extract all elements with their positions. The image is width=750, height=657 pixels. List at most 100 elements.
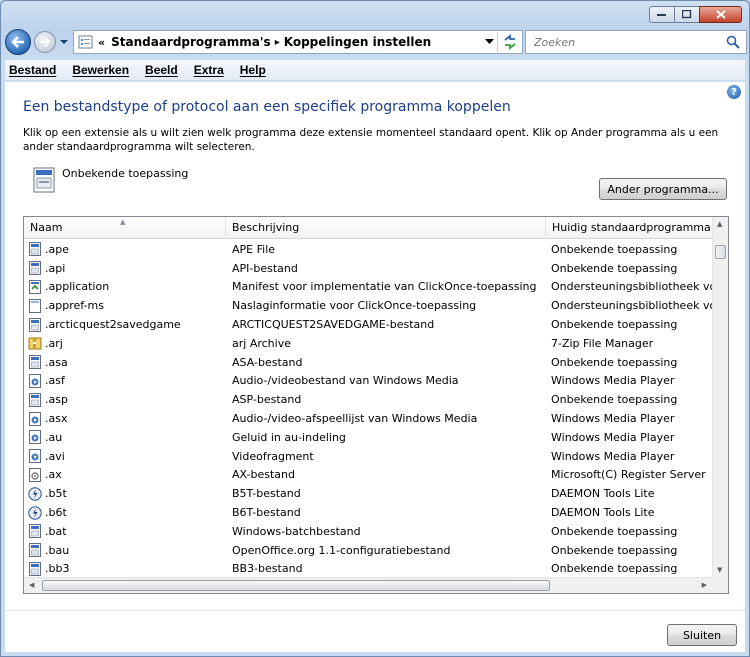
row-default-program: Microsoft(C) Register Server [551, 468, 706, 482]
list-row[interactable]: .ape APE File Onbekende toepassing [24, 240, 714, 259]
row-name-cell: .avi [24, 449, 226, 464]
media-file-icon [29, 449, 41, 464]
blank-file-icon [29, 298, 41, 313]
row-name-cell: .asx [24, 411, 226, 426]
row-description: Audio-/videobestand van Windows Media [232, 374, 459, 388]
vertical-scroll-thumb[interactable] [715, 245, 726, 259]
row-description: Geluid in au-indeling [232, 430, 346, 444]
row-name-cell: .b5t [24, 487, 226, 501]
row-name-cell: .arj [24, 336, 226, 350]
row-default-program: Onbekende toepassing [551, 261, 678, 275]
column-header-default-program[interactable]: Huidig standaardprogramma [546, 217, 718, 239]
forward-button[interactable] [34, 31, 56, 53]
row-description: Naslaginformatie voor ClickOnce-toepassi… [232, 299, 477, 313]
row-default-program: 7-Zip File Manager [551, 336, 654, 350]
scroll-up-icon[interactable]: ▲ [717, 220, 722, 228]
breadcrumb-overflow[interactable]: « [98, 36, 105, 49]
row-default-program: Onbekende toepassing [551, 318, 678, 332]
generic-file-icon [29, 524, 41, 539]
minimize-button[interactable] [649, 6, 675, 23]
list-row[interactable]: .au Geluid in au-indeling Windows Media Pl… [24, 428, 714, 447]
search-input[interactable] [532, 34, 712, 50]
list-row[interactable]: .avi Videofragment Windows Media Player [24, 447, 714, 466]
list-row[interactable]: .bau OpenOffice.org 1.1-configuratiebesta… [24, 541, 714, 560]
row-description: AX-bestand [232, 468, 295, 482]
menu-bewerken[interactable]: Bewerken [72, 63, 129, 77]
list-row[interactable]: .api API-bestand Onbekende toepassing [24, 259, 714, 278]
row-extension: .asp [45, 393, 68, 407]
list-row[interactable]: .appref-ms Naslaginformatie voor ClickOnc… [24, 296, 714, 315]
row-default-program: Windows Media Player [551, 374, 675, 388]
recent-pages-dropdown-icon[interactable] [59, 37, 69, 47]
page-title: Een bestandstype of protocol aan een spe… [23, 99, 511, 115]
search-box[interactable] [525, 30, 747, 54]
address-bar[interactable]: « Standaardprogramma's ▸ Koppelingen ins… [73, 30, 523, 54]
vertical-scrollbar[interactable]: ▲ ▼ [712, 217, 728, 577]
close-icon [715, 10, 726, 19]
list-header: ▲ Naam Beschrijving Huidig standaardprog… [24, 217, 728, 239]
menu-beeld[interactable]: Beeld [145, 63, 178, 77]
row-default-program: Windows Media Player [551, 449, 675, 463]
column-header-description[interactable]: Beschrijving [226, 217, 546, 239]
row-name-cell: .asp [24, 392, 226, 407]
column-header-name[interactable]: ▲ Naam [24, 217, 226, 239]
list-row[interactable]: .b5t B5T-bestand DAEMON Tools Lite [24, 484, 714, 503]
refresh-icon [503, 34, 516, 50]
row-extension: .au [45, 430, 63, 444]
list-row[interactable]: .asx Audio-/video-afspeellijst van Window… [24, 409, 714, 428]
row-description: Manifest voor implementatie van ClickOnc… [232, 280, 537, 294]
list-row[interactable]: .arj arj Archive 7-Zip File Manager [24, 334, 714, 353]
row-default-program: Onbekende toepassing [551, 562, 678, 576]
associations-list[interactable]: ▲ Naam Beschrijving Huidig standaardprog… [23, 216, 729, 594]
row-description: B6T-bestand [232, 506, 301, 520]
breadcrumb-separator-icon[interactable]: ▸ [275, 37, 280, 48]
scroll-left-icon[interactable]: ◀ [29, 581, 34, 589]
menu-bestand[interactable]: Bestand [9, 63, 56, 77]
clickonce-icon [29, 279, 41, 294]
navigation-bar: « Standaardprogramma's ▸ Koppelingen ins… [5, 28, 747, 56]
list-row[interactable]: .b6t B6T-bestand DAEMON Tools Lite [24, 503, 714, 522]
menu-help[interactable]: Help [240, 63, 266, 77]
scroll-down-icon[interactable]: ▼ [717, 566, 722, 574]
list-row[interactable]: .ax AX-bestand Microsoft(C) Register Serve… [24, 466, 714, 485]
horizontal-scrollbar[interactable]: ◀ ▶ [24, 577, 712, 593]
list-row[interactable]: .bat Windows-batchbestand Onbekende toepas… [24, 522, 714, 541]
row-extension: .asf [45, 374, 65, 388]
breadcrumb-default-programs[interactable]: Standaardprogramma's [111, 35, 271, 49]
menu-extra[interactable]: Extra [194, 63, 224, 77]
row-default-program: Ondersteuningsbibliotheek voor [551, 299, 714, 313]
sort-ascending-icon: ▲ [120, 218, 126, 226]
page-description: Klik op een extensie als u wilt zien wel… [23, 127, 719, 153]
close-button[interactable] [699, 6, 742, 23]
list-row[interactable]: .bb3 BB3-bestand Onbekende toepassing [24, 560, 714, 579]
horizontal-scroll-thumb[interactable] [42, 580, 550, 591]
row-extension: .bb3 [45, 562, 70, 576]
change-program-button[interactable]: Ander programma... [599, 178, 727, 200]
row-name-cell: .api [24, 261, 226, 276]
search-icon[interactable] [726, 35, 740, 49]
generic-file-icon [29, 261, 41, 276]
row-description: APE File [232, 242, 276, 256]
list-row[interactable]: .asf Audio-/videobestand van Windows Medi… [24, 372, 714, 391]
breadcrumb-set-associations[interactable]: Koppelingen instellen [284, 35, 431, 49]
list-row[interactable]: .asp ASP-bestand Onbekende toepassing [24, 390, 714, 409]
row-description: BB3-bestand [232, 562, 303, 576]
scroll-right-icon[interactable]: ▶ [702, 581, 707, 589]
close-dialog-button[interactable]: Sluiten [667, 624, 737, 646]
list-row[interactable]: .application Manifest voor implementatie … [24, 278, 714, 297]
row-name-cell: .asf [24, 373, 226, 388]
back-button[interactable] [5, 29, 31, 55]
refresh-button[interactable] [497, 32, 521, 52]
generic-file-icon [29, 242, 41, 257]
row-name-cell: .appref-ms [24, 298, 226, 313]
row-description: API-bestand [232, 261, 298, 275]
minimize-icon [657, 13, 666, 16]
list-row[interactable]: .arcticquest2savedgame ARCTICQUEST2SAVEDG… [24, 315, 714, 334]
row-default-program: Onbekende toepassing [551, 242, 678, 256]
help-icon[interactable]: ? [727, 85, 741, 99]
address-dropdown-icon[interactable] [485, 37, 494, 46]
list-row[interactable]: .asa ASA-bestand Onbekende toepassing [24, 353, 714, 372]
maximize-button[interactable] [674, 6, 700, 23]
menu-bar: Bestand Bewerken Beeld Extra Help [5, 60, 745, 80]
row-name-cell: .au [24, 430, 226, 445]
